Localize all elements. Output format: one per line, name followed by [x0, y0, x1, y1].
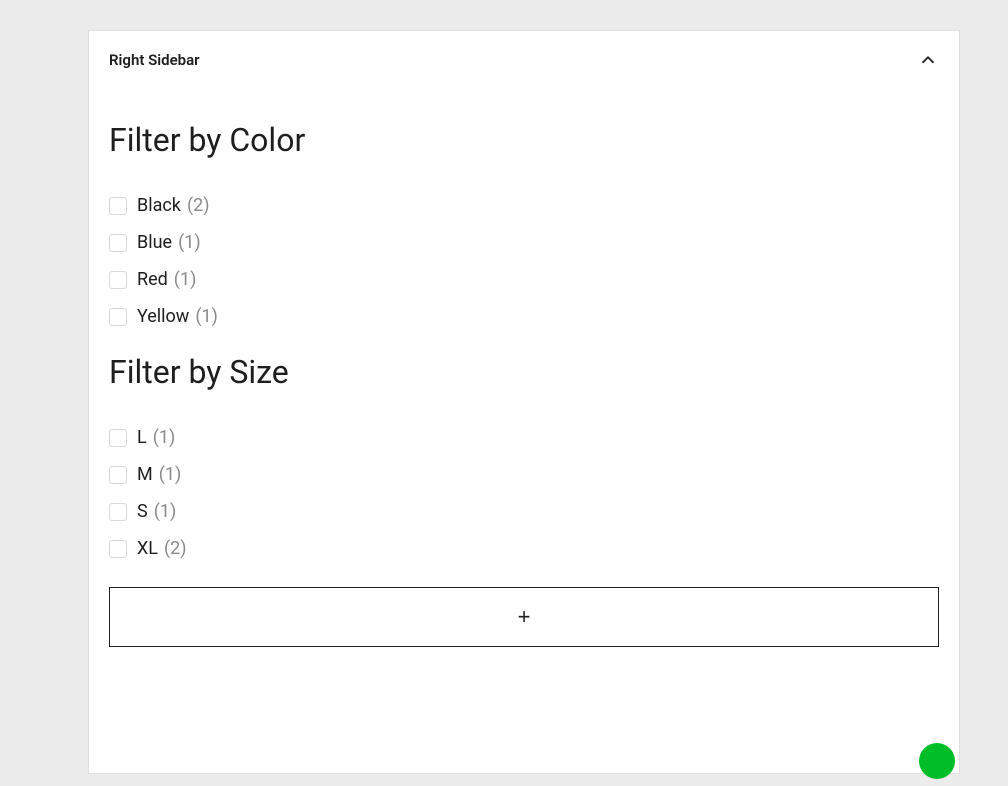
panel-header[interactable]: Right Sidebar [89, 31, 959, 81]
filter-label: Black [137, 195, 181, 216]
filter-count: (1) [154, 501, 177, 522]
filter-count: (1) [153, 427, 176, 448]
filter-item[interactable]: M (1) [109, 464, 943, 485]
filter-item[interactable]: Red (1) [109, 269, 943, 290]
checkbox-icon[interactable] [109, 429, 127, 447]
filter-item[interactable]: S (1) [109, 501, 943, 522]
filter-color-heading: Filter by Color [105, 121, 943, 159]
filter-label: Yellow [137, 306, 189, 327]
filter-count: (1) [159, 464, 182, 485]
filter-count: (1) [195, 306, 218, 327]
checkbox-icon[interactable] [109, 540, 127, 558]
add-block-button[interactable]: + [109, 587, 939, 647]
checkbox-icon[interactable] [109, 503, 127, 521]
filter-label: M [137, 464, 153, 485]
filter-label: L [137, 427, 147, 448]
filter-size-heading: Filter by Size [105, 353, 943, 391]
chevron-up-icon[interactable] [917, 49, 939, 71]
filter-count: (1) [178, 232, 201, 253]
panel-content: Filter by Color Black (2) Blue (1) Red (… [89, 81, 959, 647]
checkbox-icon[interactable] [109, 234, 127, 252]
panel-title: Right Sidebar [109, 51, 200, 69]
filter-item[interactable]: Yellow (1) [109, 306, 943, 327]
filter-size-list: L (1) M (1) S (1) XL (2) [105, 427, 943, 559]
checkbox-icon[interactable] [109, 308, 127, 326]
filter-item[interactable]: XL (2) [109, 538, 943, 559]
filter-label: Red [137, 269, 168, 290]
filter-color-list: Black (2) Blue (1) Red (1) Yellow (1) [105, 195, 943, 327]
plus-icon: + [518, 604, 531, 630]
filter-count: (1) [174, 269, 197, 290]
checkbox-icon[interactable] [109, 271, 127, 289]
right-sidebar-panel: Right Sidebar Filter by Color Black (2) … [88, 30, 960, 774]
filter-item[interactable]: L (1) [109, 427, 943, 448]
add-block-row: + [105, 587, 943, 647]
filter-count: (2) [164, 538, 187, 559]
filter-label: Blue [137, 232, 172, 253]
filter-count: (2) [187, 195, 210, 216]
checkbox-icon[interactable] [109, 197, 127, 215]
jetpack-bubble-icon[interactable] [919, 743, 955, 779]
filter-item[interactable]: Blue (1) [109, 232, 943, 253]
filter-label: S [137, 501, 148, 522]
checkbox-icon[interactable] [109, 466, 127, 484]
filter-item[interactable]: Black (2) [109, 195, 943, 216]
filter-label: XL [137, 538, 158, 559]
